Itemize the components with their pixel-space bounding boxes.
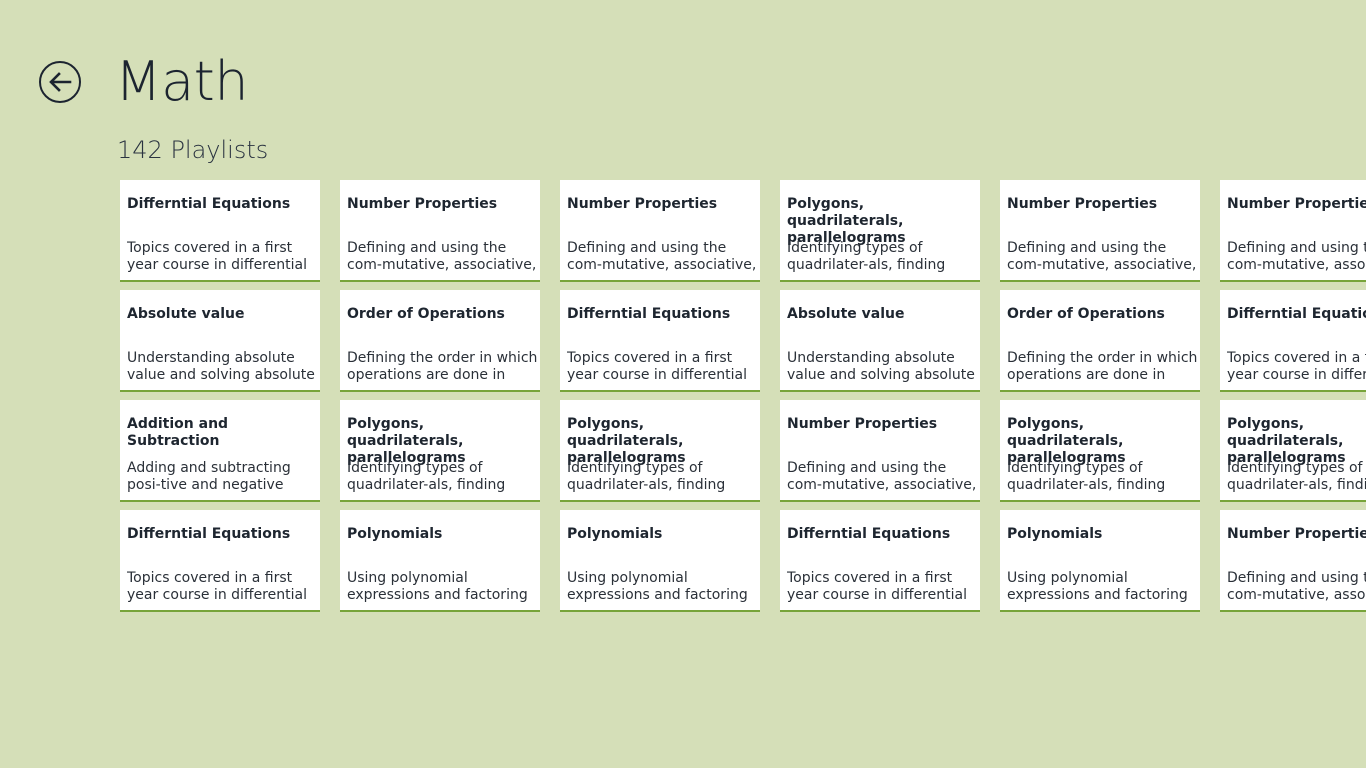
playlist-description: Defining and using the com-mutative, ass… xyxy=(1007,240,1197,273)
playlist-tile[interactable]: Order of Operations Defining the order i… xyxy=(1000,290,1200,392)
playlist-description: Defining and using the com-mutative, ass… xyxy=(347,240,537,273)
playlist-title: Differntial Equations xyxy=(787,526,951,542)
playlist-description: Defining the order in which operations a… xyxy=(1007,350,1198,383)
playlist-description: Topics covered in a first year course in… xyxy=(1227,350,1366,383)
playlist-title: Absolute value xyxy=(787,306,905,322)
playlist-title: Number Properties xyxy=(567,196,718,212)
playlist-description: Defining and using the com-mutative, ass… xyxy=(567,240,757,273)
playlist-description: Topics covered in a first year course in… xyxy=(127,570,307,603)
playlist-title: Differntial Equations xyxy=(1227,306,1366,322)
back-button[interactable] xyxy=(39,61,81,103)
playlist-title: Differntial Equations xyxy=(127,526,291,542)
playlist-tile[interactable]: Number Properties Defining and using the… xyxy=(1220,180,1366,282)
playlist-tile[interactable]: Differntial Equations Topics covered in … xyxy=(120,510,320,612)
playlist-tile[interactable]: Polynomials Using polynomial expressions… xyxy=(340,510,540,612)
playlist-title: Number Properties xyxy=(1007,196,1158,212)
playlist-tile[interactable]: Number Properties Defining and using the… xyxy=(1220,510,1366,612)
playlist-description: Identifying types of quadrilater-als, fi… xyxy=(567,460,726,493)
playlist-tile[interactable]: Polygons, quadrilaterals, parallelograms… xyxy=(1220,400,1366,502)
playlist-description: Identifying types of quadrilater-als, fi… xyxy=(1227,460,1366,493)
playlist-description: Defining the order in which operations a… xyxy=(347,350,538,383)
playlist-title: Number Properties xyxy=(347,196,498,212)
back-arrow-icon xyxy=(49,72,72,92)
page-title: Math xyxy=(115,50,249,113)
playlist-title: Polynomials xyxy=(347,526,443,542)
playlist-title: Differntial Equations xyxy=(567,306,731,322)
playlist-title: Number Properties xyxy=(1227,526,1366,542)
playlist-description: Understanding absolute value and solving… xyxy=(787,350,975,383)
playlist-description: Defining and using the com-mutative, ass… xyxy=(787,460,977,493)
page: Math 142 Playlists Differntial Equations… xyxy=(0,0,1366,768)
playlist-description: Topics covered in a first year course in… xyxy=(567,350,747,383)
playlist-tile[interactable]: Polynomials Using polynomial expressions… xyxy=(560,510,760,612)
playlist-tile[interactable]: Addition and Subtraction Adding and subt… xyxy=(120,400,320,502)
playlist-tile[interactable]: Differntial Equations Topics covered in … xyxy=(1220,290,1366,392)
playlist-description: Defining and using the com-mutative, ass… xyxy=(1227,240,1366,273)
playlist-title: Differntial Equations xyxy=(127,196,291,212)
playlist-title: Number Properties xyxy=(1227,196,1366,212)
playlist-description: Identifying types of quadrilater-als, fi… xyxy=(1007,460,1166,493)
playlist-description: Using polynomial expressions and factori… xyxy=(1007,570,1188,603)
playlist-tile[interactable]: Absolute value Understanding absolute va… xyxy=(120,290,320,392)
playlist-grid: Differntial Equations Topics covered in … xyxy=(120,180,1366,612)
playlist-tile[interactable]: Absolute value Understanding absolute va… xyxy=(780,290,980,392)
playlist-tile[interactable]: Polygons, quadrilaterals, parallelograms… xyxy=(780,180,980,282)
playlist-tile[interactable]: Number Properties Defining and using the… xyxy=(340,180,540,282)
playlist-title: Number Properties xyxy=(787,416,938,432)
playlist-title: Absolute value xyxy=(127,306,245,322)
playlist-description: Adding and subtracting posi-tive and neg… xyxy=(127,460,291,493)
playlist-tile[interactable]: Number Properties Defining and using the… xyxy=(1000,180,1200,282)
playlist-tile[interactable]: Polynomials Using polynomial expressions… xyxy=(1000,510,1200,612)
playlist-tile[interactable]: Differntial Equations Topics covered in … xyxy=(780,510,980,612)
playlist-description: Defining and using the com-mutative, ass… xyxy=(1227,570,1366,603)
playlist-tile[interactable]: Polygons, quadrilaterals, parallelograms… xyxy=(560,400,760,502)
playlist-description: Identifying types of quadrilater-als, fi… xyxy=(347,460,506,493)
playlist-title: Addition and Subtraction xyxy=(127,416,229,449)
playlist-description: Topics covered in a first year course in… xyxy=(787,570,967,603)
playlist-title: Order of Operations xyxy=(347,306,505,322)
playlist-description: Using polynomial expressions and factori… xyxy=(567,570,748,603)
playlist-tile[interactable]: Polygons, quadrilaterals, parallelograms… xyxy=(340,400,540,502)
playlist-tile[interactable]: Polygons, quadrilaterals, parallelograms… xyxy=(1000,400,1200,502)
playlist-description: Topics covered in a first year course in… xyxy=(127,240,307,273)
playlist-title: Polynomials xyxy=(1007,526,1103,542)
playlist-tile[interactable]: Number Properties Defining and using the… xyxy=(560,180,760,282)
playlist-title: Order of Operations xyxy=(1007,306,1165,322)
playlist-description: Understanding absolute value and solving… xyxy=(127,350,315,383)
playlist-description: Identifying types of quadrilater-als, fi… xyxy=(787,240,946,273)
playlist-description: Using polynomial expressions and factori… xyxy=(347,570,528,603)
playlist-count: 142 Playlists xyxy=(117,136,269,164)
playlist-tile[interactable]: Differntial Equations Topics covered in … xyxy=(560,290,760,392)
playlist-tile[interactable]: Order of Operations Defining the order i… xyxy=(340,290,540,392)
playlist-tile[interactable]: Number Properties Defining and using the… xyxy=(780,400,980,502)
playlist-title: Polynomials xyxy=(567,526,663,542)
playlist-tile[interactable]: Differntial Equations Topics covered in … xyxy=(120,180,320,282)
